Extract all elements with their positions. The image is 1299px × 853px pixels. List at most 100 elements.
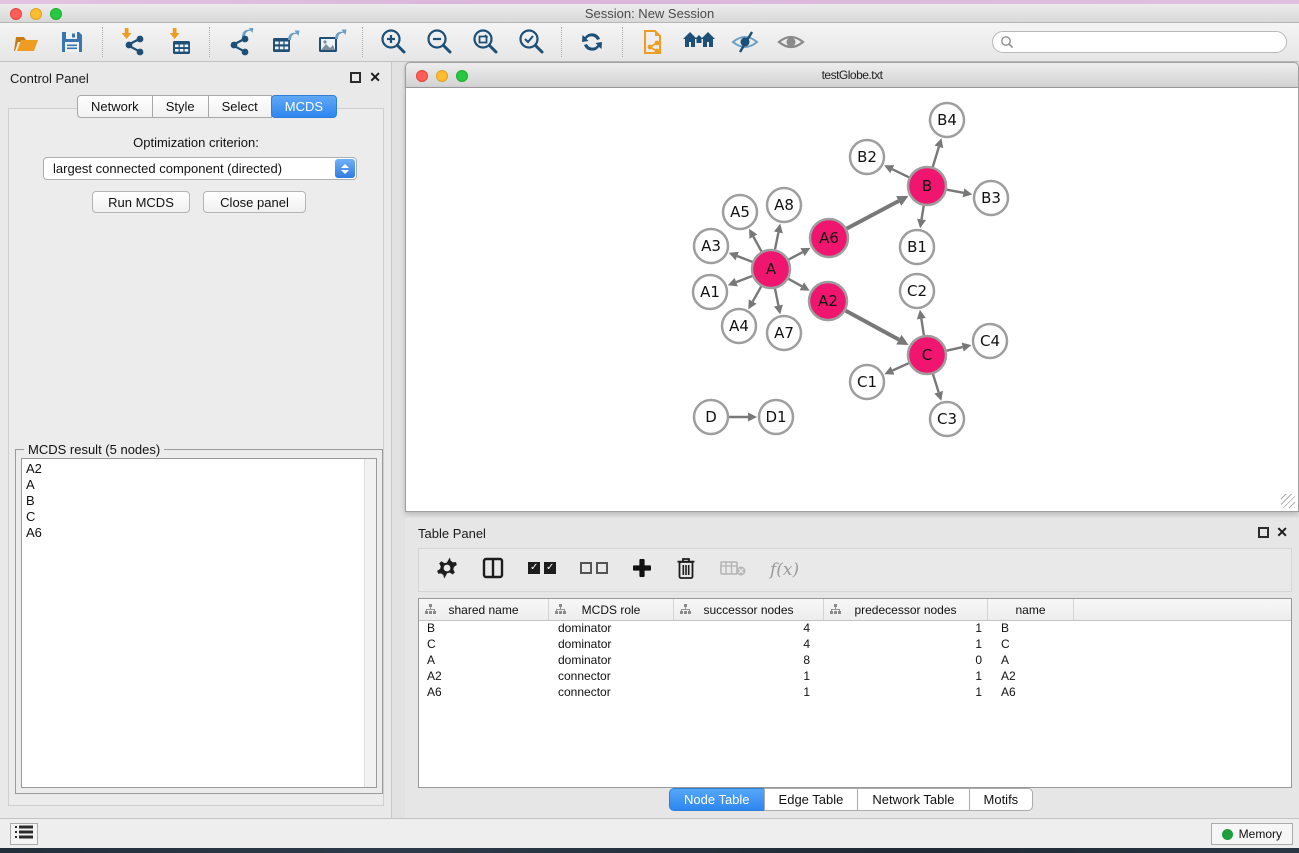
search-input[interactable] — [992, 31, 1287, 53]
import-table-button[interactable] — [163, 26, 195, 58]
edge-A-A2[interactable] — [788, 279, 801, 287]
table-cell[interactable]: 1 — [824, 637, 988, 653]
graph-node-A8[interactable]: A8 — [767, 188, 801, 222]
delete-column-button[interactable] — [676, 557, 696, 584]
graph-node-D1[interactable]: D1 — [759, 400, 793, 434]
table-cell[interactable]: A6 — [988, 685, 1074, 701]
graph-node-C2[interactable]: C2 — [900, 274, 934, 308]
table-cell[interactable]: 4 — [674, 637, 824, 653]
graph-node-C3[interactable]: C3 — [930, 402, 964, 436]
column-header-name[interactable]: name — [988, 599, 1074, 620]
table-cell[interactable]: A2 — [988, 669, 1074, 685]
edge-C-C2[interactable] — [921, 319, 924, 336]
export-network-button[interactable] — [224, 26, 256, 58]
table-cell[interactable]: A6 — [419, 685, 549, 701]
edge-C-C1[interactable] — [893, 363, 909, 370]
show-all-button[interactable] — [775, 26, 807, 58]
table-row[interactable]: Adominator80A — [419, 653, 1291, 669]
edge-B-B4[interactable] — [933, 147, 939, 167]
edge-A-A6[interactable] — [789, 252, 803, 259]
column-header-successor-nodes[interactable]: successor nodes — [674, 599, 824, 620]
table-cell[interactable]: A — [988, 653, 1074, 669]
edge-A-A7[interactable] — [775, 289, 778, 306]
table-cell[interactable]: 1 — [824, 685, 988, 701]
edge-A-A8[interactable] — [775, 232, 778, 249]
table-cell[interactable]: 1 — [824, 621, 988, 637]
edge-A2-C[interactable] — [846, 311, 899, 340]
edge-A-A5[interactable] — [753, 237, 761, 252]
graph-node-B3[interactable]: B3 — [974, 181, 1008, 215]
save-session-button[interactable] — [56, 26, 88, 58]
table-row[interactable]: Bdominator41B — [419, 621, 1291, 637]
graph-node-A6[interactable]: A6 — [810, 219, 848, 257]
mcds-result-item[interactable]: C — [26, 509, 376, 525]
network-canvas[interactable]: B4B2BB3B1A5A8A6A3AA1A2C2A4A7CC4C1C3DD1 — [405, 88, 1299, 512]
float-panel-icon[interactable] — [350, 72, 361, 83]
create-column-button[interactable] — [632, 558, 652, 583]
tab-motifs[interactable]: Motifs — [969, 788, 1034, 811]
zoom-in-button[interactable] — [377, 26, 409, 58]
task-history-button[interactable] — [10, 823, 38, 845]
close-table-panel-icon[interactable]: ✕ — [1276, 527, 1288, 538]
edge-B-B3[interactable] — [947, 190, 964, 193]
network-from-file-button[interactable] — [637, 26, 669, 58]
graph-node-A3[interactable]: A3 — [694, 229, 728, 263]
table-cell[interactable]: 1 — [674, 669, 824, 685]
table-cell[interactable]: B — [988, 621, 1074, 637]
first-neighbors-button[interactable] — [683, 26, 715, 58]
select-all-columns-button[interactable] — [528, 561, 556, 579]
edge-A6-B[interactable] — [847, 201, 899, 229]
table-cell[interactable]: connector — [549, 669, 674, 685]
table-row[interactable]: A2connector11A2 — [419, 669, 1291, 685]
tab-edge-table[interactable]: Edge Table — [764, 788, 859, 811]
hide-selected-button[interactable] — [729, 26, 761, 58]
close-panel-icon[interactable]: ✕ — [369, 72, 381, 83]
graph-node-B2[interactable]: B2 — [850, 140, 884, 174]
edge-C-C3[interactable] — [933, 374, 939, 392]
result-scrollbar[interactable] — [364, 459, 376, 787]
table-cell[interactable]: C — [988, 637, 1074, 653]
graph-node-A1[interactable]: A1 — [693, 275, 727, 309]
graph-node-A7[interactable]: A7 — [767, 316, 801, 350]
open-session-button[interactable] — [10, 26, 42, 58]
graph-node-A2[interactable]: A2 — [809, 282, 847, 320]
import-network-button[interactable] — [117, 26, 149, 58]
edge-A-A1[interactable] — [736, 276, 752, 282]
tab-node-table[interactable]: Node Table — [669, 788, 765, 811]
mcds-result-list[interactable]: A2ABCA6 — [21, 458, 377, 788]
column-header-shared-name[interactable]: shared name — [419, 599, 549, 620]
memory-button[interactable]: Memory — [1211, 823, 1293, 845]
deselect-all-columns-button[interactable] — [580, 561, 608, 579]
zoom-out-button[interactable] — [423, 26, 455, 58]
zoom-fit-button[interactable] — [469, 26, 501, 58]
table-settings-button[interactable] — [436, 557, 458, 584]
close-panel-button[interactable]: Close panel — [203, 191, 306, 213]
edge-B-B2[interactable] — [892, 169, 909, 177]
table-cell[interactable]: C — [419, 637, 549, 653]
table-row[interactable]: A6connector11A6 — [419, 685, 1291, 701]
network-graph[interactable]: B4B2BB3B1A5A8A6A3AA1A2C2A4A7CC4C1C3DD1 — [406, 88, 1298, 510]
export-table-button[interactable] — [270, 26, 302, 58]
graph-node-A5[interactable]: A5 — [723, 195, 757, 229]
tab-mcds[interactable]: MCDS — [271, 95, 337, 118]
table-cell[interactable]: dominator — [549, 621, 674, 637]
graph-node-C4[interactable]: C4 — [973, 324, 1007, 358]
mcds-result-item[interactable]: B — [26, 493, 376, 509]
tab-network[interactable]: Network — [77, 95, 153, 118]
zoom-selected-button[interactable] — [515, 26, 547, 58]
network-window-titlebar[interactable]: testGlobe.txt — [405, 62, 1299, 88]
graph-node-B1[interactable]: B1 — [900, 230, 934, 264]
edge-C-C4[interactable] — [947, 347, 963, 351]
table-cell[interactable]: dominator — [549, 637, 674, 653]
graph-node-A[interactable]: A — [752, 250, 790, 288]
graph-node-D[interactable]: D — [694, 400, 728, 434]
graph-node-B4[interactable]: B4 — [930, 103, 964, 137]
table-cell[interactable]: dominator — [549, 653, 674, 669]
table-row[interactable]: Cdominator41C — [419, 637, 1291, 653]
table-cell[interactable]: 0 — [824, 653, 988, 669]
table-cell[interactable]: 4 — [674, 621, 824, 637]
export-image-button[interactable] — [316, 26, 348, 58]
table-cell[interactable]: A2 — [419, 669, 549, 685]
column-header-MCDS-role[interactable]: MCDS role — [549, 599, 674, 620]
graph-node-A4[interactable]: A4 — [722, 309, 756, 343]
